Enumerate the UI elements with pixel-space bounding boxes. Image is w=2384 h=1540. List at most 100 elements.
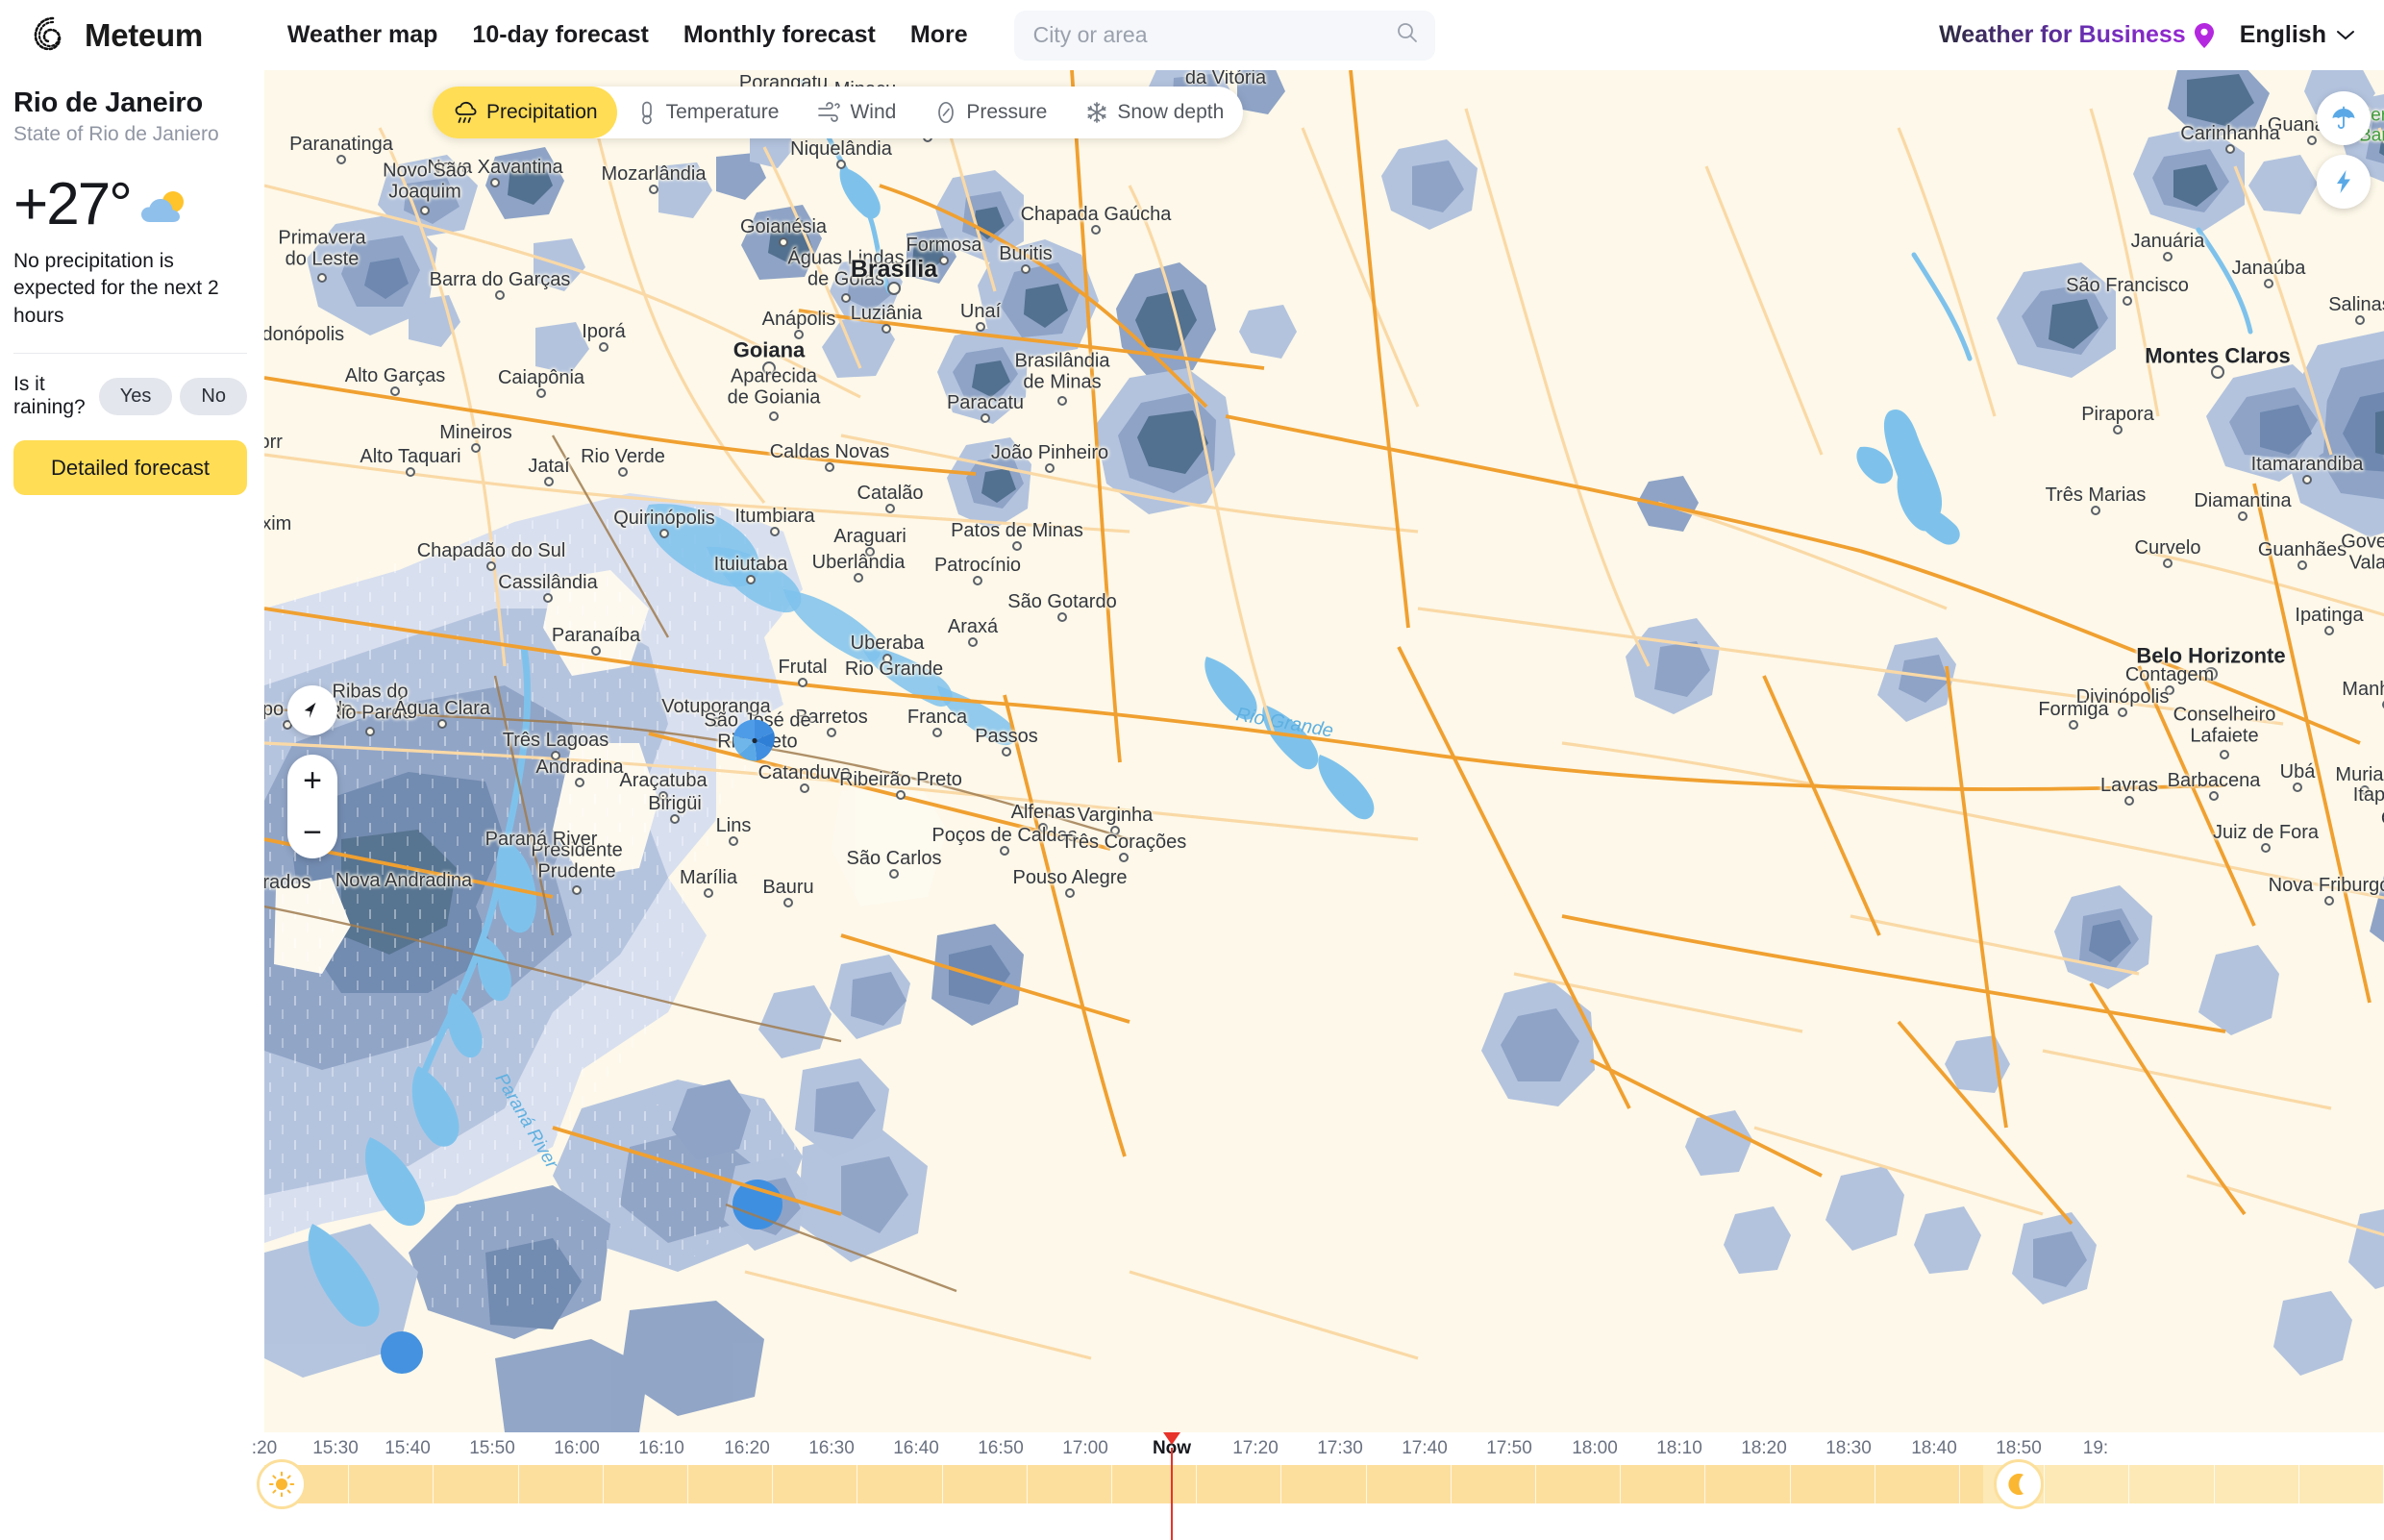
timeline-segment[interactable] <box>1112 1465 1198 1503</box>
geolocate-button[interactable] <box>287 685 337 735</box>
timeline-tick-label: 17:00 <box>1062 1438 1108 1458</box>
now-triangle-icon <box>1163 1432 1180 1445</box>
timeline-segment[interactable] <box>1367 1465 1452 1503</box>
rain-question-label: Is it raining? <box>13 373 86 419</box>
layer-pressure-label: Pressure <box>966 101 1048 123</box>
nav-monthly-forecast[interactable]: Monthly forecast <box>683 21 876 49</box>
timeline-segment[interactable] <box>434 1465 519 1503</box>
timeline-segment[interactable] <box>943 1465 1028 1503</box>
rain-yes-button[interactable]: Yes <box>98 377 173 415</box>
timeline-segment[interactable] <box>604 1465 688 1503</box>
timeline-segment[interactable] <box>688 1465 774 1503</box>
nav-10-day-forecast[interactable]: 10-day forecast <box>472 21 648 49</box>
timeline-segment[interactable] <box>1791 1465 1875 1503</box>
search-icon[interactable] <box>1395 20 1420 50</box>
timeline-tick-label: 15:30 <box>312 1438 359 1458</box>
temperature-value: +27° <box>13 171 133 237</box>
timeline-segment[interactable] <box>349 1465 435 1503</box>
sunset-marker <box>1994 1459 2044 1509</box>
timeline-segment[interactable] <box>1281 1465 1367 1503</box>
timeline-segment[interactable] <box>2129 1465 2215 1503</box>
umbrella-marker-icon <box>733 719 775 761</box>
moon-icon <box>2008 1474 2024 1495</box>
timeline-tick-label: 18:30 <box>1825 1438 1872 1458</box>
timeline-segment[interactable] <box>773 1465 858 1503</box>
timeline-tick-label: 16:20 <box>724 1438 770 1458</box>
chevron-down-icon <box>2336 30 2355 41</box>
sun-behind-cloud-icon <box>140 188 190 229</box>
top-header: Meteum Weather map 10-day forecast Month… <box>0 0 2384 70</box>
map-canvas: Rio Grande Paraná River <box>264 70 2384 1432</box>
layer-precipitation-label: Precipitation <box>486 101 598 123</box>
timeline-tick-label: 18:10 <box>1656 1438 1702 1458</box>
rain-cloud-icon <box>454 101 478 125</box>
nav-weather-map[interactable]: Weather map <box>287 21 438 49</box>
timeline-tick-labels: :20 15:30 15:40 15:50 16:00 16:10 16:20 16:30 16… <box>252 1432 2384 1465</box>
brand-name: Meteum <box>85 16 203 53</box>
timeline-segment[interactable] <box>2299 1465 2384 1503</box>
yes-no-group: Yes No <box>98 377 247 415</box>
layer-snow-depth[interactable]: Snow depth <box>1066 87 1243 138</box>
now-line <box>1171 1448 1173 1540</box>
lightning-toggle-button[interactable] <box>2317 155 2371 209</box>
timeline-segment[interactable] <box>1536 1465 1622 1503</box>
layer-wind-label: Wind <box>850 101 897 123</box>
timeline-segment[interactable] <box>857 1465 943 1503</box>
timeline-segment[interactable] <box>1621 1465 1706 1503</box>
layer-precipitation[interactable]: Precipitation <box>433 87 617 138</box>
rain-no-button[interactable]: No <box>180 377 247 415</box>
timeline-tick-label: 18:40 <box>1911 1438 1957 1458</box>
timeline-tick-label: 16:50 <box>978 1438 1024 1458</box>
business-label: Weather for Business <box>1939 21 2186 48</box>
timeline-segment[interactable] <box>2045 1465 2130 1503</box>
wind-icon <box>817 102 841 123</box>
zoom-controls: + − <box>287 755 337 858</box>
timeline-tick-label: 16:40 <box>893 1438 939 1458</box>
search-input[interactable] <box>1032 22 1395 48</box>
timeline-segment[interactable] <box>1197 1465 1282 1503</box>
brand-logo[interactable]: Meteum <box>33 15 203 56</box>
layer-snow-depth-label: Snow depth <box>1117 101 1225 123</box>
timeline-tick-label: 17:50 <box>1486 1438 1532 1458</box>
detailed-forecast-button[interactable]: Detailed forecast <box>13 440 247 496</box>
timeline-segment[interactable] <box>1705 1465 1791 1503</box>
timeline-tick-label: 15:40 <box>385 1438 431 1458</box>
spiral-logo-icon <box>33 15 73 56</box>
timeline-bar[interactable] <box>257 1432 2384 1540</box>
timeline-tick-label: :20 <box>251 1438 278 1458</box>
language-selector[interactable]: English <box>2240 21 2355 49</box>
timeline-tick-label: 16:00 <box>554 1438 600 1458</box>
current-temperature-row: +27° <box>13 175 247 235</box>
timeline-tick-label: 17:20 <box>1232 1438 1279 1458</box>
layer-temperature[interactable]: Temperature <box>617 87 799 138</box>
weather-for-business-link[interactable]: Weather for Business <box>1939 21 2215 49</box>
barometer-icon <box>934 101 957 124</box>
map-location-marker[interactable] <box>730 716 780 771</box>
nav-more[interactable]: More <box>910 21 968 49</box>
is-it-raining-poll: Is it raining? Yes No <box>13 373 247 419</box>
language-label: English <box>2239 21 2326 48</box>
weather-map[interactable]: Rio Grande Paraná River Porangatu da Vit… <box>264 70 2384 1432</box>
timeline-tick-label: 17:40 <box>1402 1438 1448 1458</box>
layer-pressure[interactable]: Pressure <box>915 87 1066 138</box>
layer-wind[interactable]: Wind <box>798 87 915 138</box>
timeline-segment[interactable] <box>519 1465 604 1503</box>
precipitation-summary: No precipitation is expected for the nex… <box>13 250 219 327</box>
map-layer-selector: Precipitation Temperature Wind Pressure … <box>433 87 1244 138</box>
umbrella-toggle-button[interactable] <box>2317 91 2371 145</box>
timeline-tick-label: 15:50 <box>469 1438 515 1458</box>
timeline-segment[interactable] <box>2215 1465 2299 1503</box>
timeline-tick-label: 16:30 <box>808 1438 855 1458</box>
sun-icon <box>268 1471 295 1498</box>
timeline-segment[interactable] <box>1875 1465 1960 1503</box>
zoom-in-button[interactable]: + <box>287 755 337 807</box>
search-box[interactable] <box>1013 10 1435 61</box>
forecast-timeline[interactable]: :20 15:30 15:40 15:50 16:00 16:10 16:20 16:30 16… <box>252 1432 2384 1540</box>
zoom-out-button[interactable]: − <box>287 807 337 858</box>
main-nav: Weather map 10-day forecast Monthly fore… <box>287 21 968 49</box>
timeline-segment[interactable] <box>1028 1465 1112 1503</box>
layer-temperature-label: Temperature <box>665 101 780 123</box>
sunrise-marker <box>257 1459 307 1509</box>
timeline-segment[interactable] <box>1452 1465 1536 1503</box>
timeline-tick-label: 16:10 <box>638 1438 684 1458</box>
